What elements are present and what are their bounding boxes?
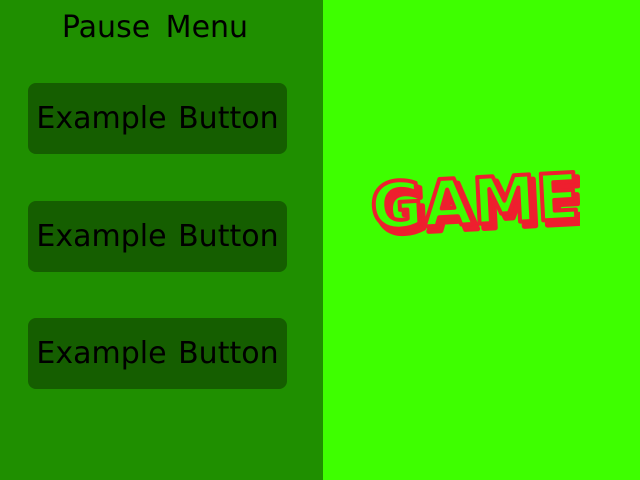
- game-screen: Pause Menu Example Button Example Button…: [0, 0, 640, 480]
- game-logo-text: GAME: [369, 160, 580, 245]
- example-button-3[interactable]: Example Button: [28, 318, 287, 389]
- pause-menu-title: Pause Menu: [61, 10, 249, 45]
- example-button-2[interactable]: Example Button: [28, 201, 287, 272]
- pause-menu-panel: Pause Menu Example Button Example Button…: [0, 0, 323, 480]
- game-logo: GAME GAME: [367, 158, 580, 245]
- example-button-1[interactable]: Example Button: [28, 83, 287, 154]
